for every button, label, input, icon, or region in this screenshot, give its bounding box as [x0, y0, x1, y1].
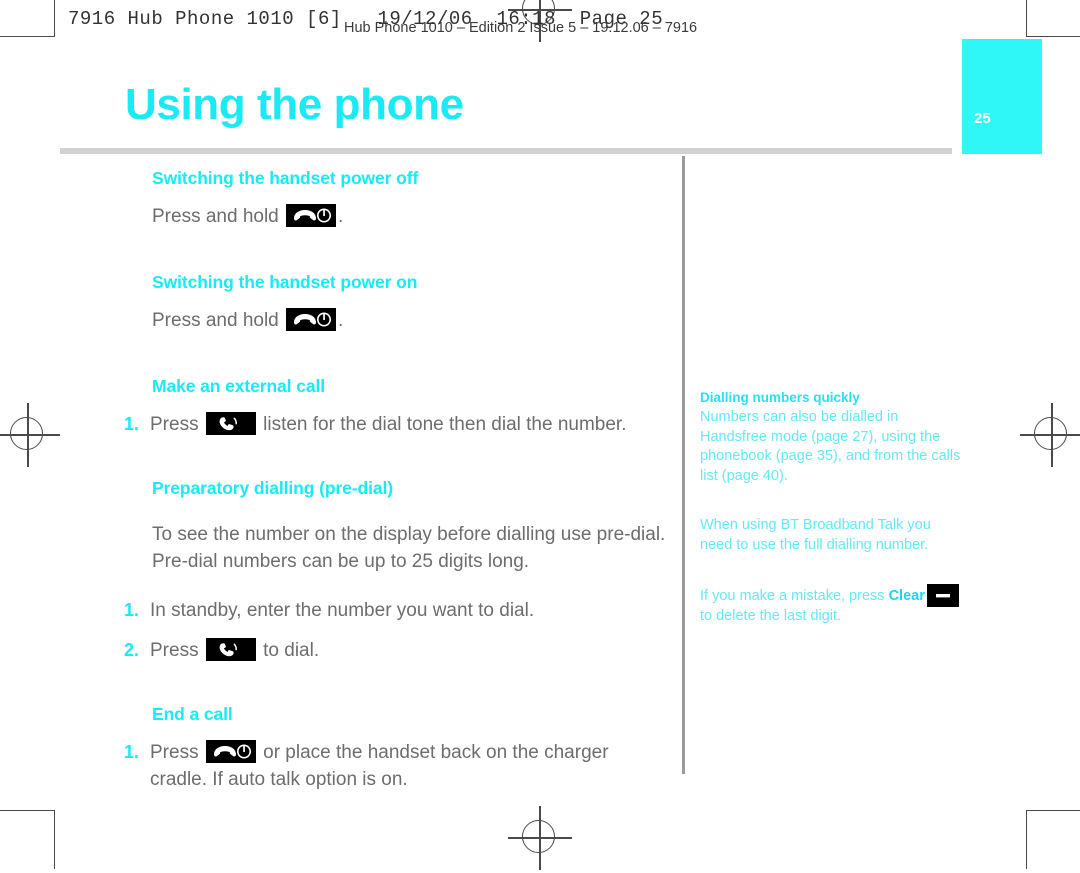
- crop-mark-bottom-left: [0, 810, 55, 869]
- section-heading: Switching the handset power off: [152, 168, 419, 188]
- sidebar-text-post: to delete the last digit.: [700, 608, 842, 624]
- section-preparatory-dialling: Preparatory dialling (pre-dial) To see t…: [124, 478, 668, 664]
- sidebar-notes-column: Dialling numbers quickly Numbers can als…: [700, 388, 964, 627]
- body-text-post: to dial.: [257, 640, 320, 661]
- registration-mark-circle: [1034, 417, 1067, 450]
- list-item-text: Press or place the handset back on the c…: [150, 739, 668, 793]
- numbered-list-item: 2. Press to dial.: [124, 637, 668, 664]
- registration-mark-right: [1020, 403, 1080, 467]
- section-switching-power-on: Switching the handset power on Press and…: [152, 272, 668, 334]
- running-head: Hub Phone 1010 – Edition 2 Issue 5 – 19.…: [344, 20, 698, 36]
- end-call-power-key-icon: [205, 740, 256, 763]
- body-text-pre: Press: [150, 414, 204, 435]
- list-item-text: In standby, enter the number you want to…: [150, 600, 535, 621]
- body-text-pre: Press: [150, 640, 204, 661]
- page-title: Using the phone: [125, 80, 464, 129]
- clear-key-icon: [926, 584, 959, 607]
- body-text-post: .: [338, 206, 344, 227]
- section-switching-power-off: Switching the handset power off Press an…: [152, 168, 668, 230]
- section-end-a-call: End a call 1. Press or place the handset…: [124, 704, 668, 793]
- body-text-pre: Press and hold: [152, 310, 285, 331]
- crop-mark-top-right: [1026, 0, 1080, 37]
- body-text-pre: Press and hold: [152, 206, 285, 227]
- body-text-post: .: [338, 310, 344, 331]
- column-divider: [682, 156, 685, 774]
- end-call-power-key-icon: [286, 204, 337, 227]
- sidebar-note-clear-key: If you make a mistake, press Clear to del…: [700, 584, 964, 627]
- page-number-tab: 25: [962, 39, 1042, 154]
- call-key-icon: [205, 638, 256, 661]
- sidebar-text-pre: If you make a mistake, press: [700, 588, 889, 604]
- sidebar-note-dialling-quickly: Dialling numbers quickly Numbers can als…: [700, 388, 964, 486]
- registration-mark-circle: [10, 417, 43, 450]
- manual-page: 7916 Hub Phone 1010 [6] 19/12/06 16:18 P…: [0, 0, 1080, 873]
- registration-mark-circle: [522, 820, 555, 853]
- numbered-list-item: 1. In standby, enter the number you want…: [124, 597, 668, 624]
- title-divider-rule: [60, 148, 952, 154]
- end-call-power-key-icon: [286, 308, 337, 331]
- main-content-column: Switching the handset power off Press an…: [124, 168, 668, 793]
- page-number: 25: [974, 110, 991, 127]
- section-heading: Switching the handset power on: [152, 272, 418, 292]
- sidebar-note-broadband-talk: When using BT Broadband Talk you need to…: [700, 516, 964, 555]
- section-heading: Preparatory dialling (pre-dial): [152, 478, 393, 498]
- list-marker: 1.: [124, 742, 140, 762]
- body-text-post: listen for the dial tone then dial the n…: [257, 414, 627, 435]
- numbered-list-item: 1. Press listen for the dial tone then d…: [124, 411, 668, 438]
- list-marker: 1.: [124, 414, 140, 434]
- section-heading: End a call: [152, 704, 233, 724]
- crop-mark-bottom-right: [1026, 810, 1080, 869]
- sidebar-note-text: When using BT Broadband Talk you need to…: [700, 517, 931, 553]
- section-paragraph: To see the number on the display before …: [152, 524, 666, 572]
- sidebar-note-text: If you make a mistake, press Clear to del…: [700, 584, 964, 627]
- list-marker: 1.: [124, 600, 140, 620]
- section-body: Press and hold .: [152, 307, 668, 334]
- registration-mark-left: [0, 403, 60, 467]
- sidebar-note-text: Numbers can also be dialled in Handsfree…: [700, 409, 961, 484]
- list-item-text: Press to dial.: [150, 637, 668, 664]
- section-make-external-call: Make an external call 1. Press listen fo…: [124, 376, 668, 438]
- crop-mark-top-left: [0, 0, 55, 37]
- list-item-text: Press listen for the dial tone then dial…: [150, 411, 668, 438]
- sidebar-note-heading: Dialling numbers quickly: [700, 390, 860, 405]
- numbered-list-item: 1. Press or place the handset back on th…: [124, 739, 668, 793]
- section-heading: Make an external call: [152, 376, 325, 396]
- body-text-pre: Press: [150, 742, 204, 763]
- call-key-icon: [205, 412, 256, 435]
- section-body: Press and hold .: [152, 203, 668, 230]
- list-marker: 2.: [124, 640, 140, 660]
- registration-mark-bottom: [508, 806, 572, 870]
- clear-key-label: Clear: [888, 588, 925, 604]
